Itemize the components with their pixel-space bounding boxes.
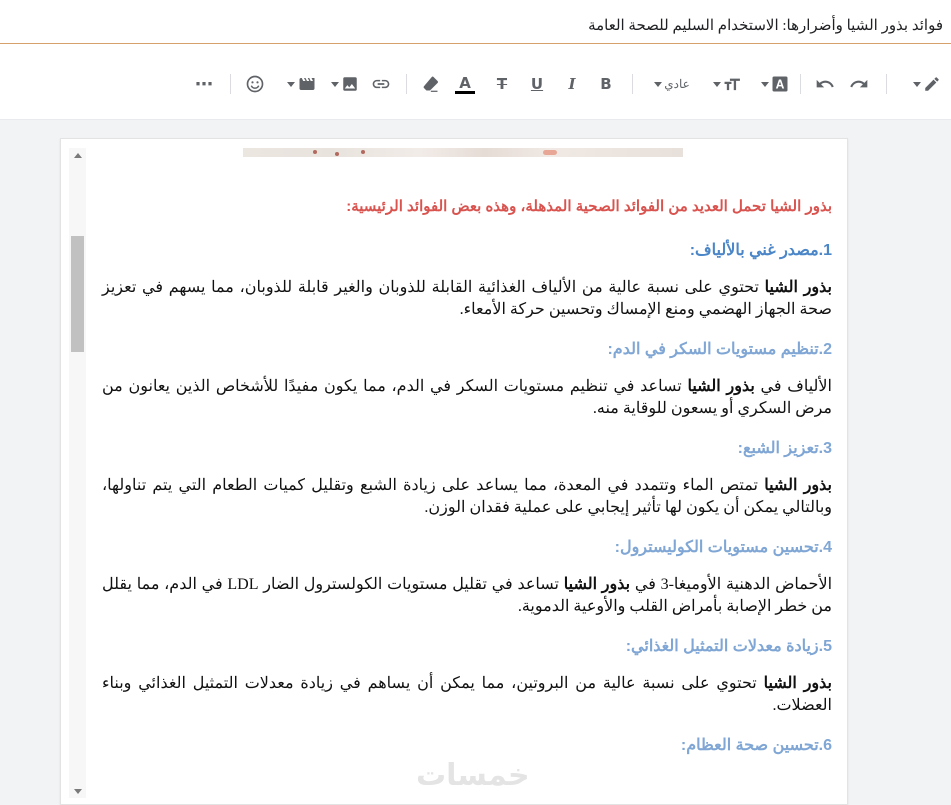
watermark-logo: خمسات — [416, 758, 530, 793]
section-heading: 6.تحسين صحة العظام: — [680, 737, 832, 754]
strikethrough-icon: T — [496, 75, 508, 93]
chevron-down-icon — [287, 81, 295, 87]
toolbar-divider — [800, 74, 801, 94]
clear-formatting-icon — [420, 74, 440, 94]
bold-button[interactable]: B — [595, 72, 617, 96]
top-strip-fragment: ·· — [929, 0, 937, 6]
text-size-icon — [723, 75, 743, 93]
section-paragraph: الأحماض الدهنية الأوميغا-3 في بذور الشيا… — [102, 576, 833, 615]
scroll-up-button[interactable] — [69, 148, 86, 162]
chevron-down-icon — [713, 81, 721, 87]
bold-keyword: بذور الشيا — [687, 378, 755, 395]
section-heading: 1.مصدر غني بالألياف: — [689, 242, 832, 259]
more-options-button[interactable]: ⋯ — [191, 72, 217, 96]
chevron-down-icon — [331, 81, 339, 87]
insert-video-dropdown[interactable] — [283, 72, 319, 96]
section-paragraph: بذور الشيا تمتص الماء وتتمدد في المعدة، … — [102, 477, 833, 516]
strikethrough-button[interactable]: T — [491, 72, 513, 96]
section-heading: 3.تعزيز الشبع: — [737, 440, 832, 457]
underline-icon: U — [530, 75, 544, 93]
text-color-button[interactable]: A — [453, 72, 477, 96]
more-icon: ⋯ — [195, 73, 213, 95]
compose-mode-dropdown[interactable] — [911, 72, 941, 96]
insert-image-dropdown[interactable] — [327, 72, 361, 96]
italic-icon: I — [568, 75, 576, 93]
chevron-down-icon — [654, 81, 663, 87]
insert-emoji-button[interactable] — [243, 72, 267, 96]
insert-link-button[interactable] — [369, 72, 393, 96]
section-heading: 5.زيادة معدلات التمثيل الغذائي: — [625, 638, 832, 655]
chevron-down-icon — [761, 81, 769, 87]
intro-paragraph: بذور الشيا تحمل العديد من الفوائد الصحية… — [346, 198, 832, 215]
italic-button[interactable]: I — [561, 72, 583, 96]
text-background-icon — [771, 75, 789, 93]
text-size-dropdown[interactable] — [709, 72, 745, 96]
toolbar-divider — [230, 74, 231, 94]
bold-icon: B — [600, 75, 612, 93]
redo-button[interactable] — [847, 72, 871, 96]
clear-formatting-button[interactable] — [418, 72, 442, 96]
paragraph-format-dropdown[interactable]: عادي — [643, 72, 699, 96]
text-color-icon: A — [459, 73, 471, 92]
bold-keyword: بذور الشيا — [764, 477, 833, 494]
title-bar: فوائد بذور الشيا وأضرارها: الاستخدام الس… — [0, 10, 951, 44]
editor-toolbar: عادي B I U T A ⋯ — [0, 44, 951, 120]
text-color-swatch — [455, 90, 475, 94]
embedded-image-bottom[interactable] — [243, 148, 683, 157]
emoji-icon — [245, 74, 265, 94]
toolbar-divider — [886, 74, 887, 94]
bold-keyword: بذور الشيا — [563, 576, 631, 593]
toolbar-divider — [632, 74, 633, 94]
section-heading: 2.تنظيم مستويات السكر في الدم: — [607, 341, 832, 358]
bold-keyword: بذور الشيا — [764, 279, 832, 296]
top-strip: ·· — [0, 0, 951, 10]
post-body[interactable]: بذور الشيا تحمل العديد من الفوائد الصحية… — [102, 196, 832, 772]
scroll-down-button[interactable] — [69, 784, 86, 798]
post-title-input[interactable]: فوائد بذور الشيا وأضرارها: الاستخدام الس… — [588, 16, 943, 35]
image-icon — [341, 75, 359, 93]
redo-icon — [849, 74, 869, 94]
underline-button[interactable]: U — [526, 72, 548, 96]
undo-icon — [815, 74, 835, 94]
section-paragraph: بذور الشيا تحتوي على نسبة عالية من الألي… — [102, 279, 832, 318]
chevron-up-icon — [73, 152, 82, 158]
link-icon — [370, 74, 392, 94]
bold-keyword: بذور الشيا — [763, 675, 832, 692]
editor-scrollbar[interactable] — [69, 148, 86, 798]
section-paragraph: بذور الشيا تحتوي على نسبة عالية من البرو… — [102, 675, 832, 714]
paragraph-format-value: عادي — [664, 77, 690, 91]
video-icon — [297, 75, 317, 93]
section-paragraph: الألياف في بذور الشيا تساعد في تنظيم مست… — [102, 378, 832, 417]
section-heading: 4.تحسين مستويات الكوليسترول: — [614, 539, 832, 556]
pencil-icon — [923, 75, 941, 93]
undo-button[interactable] — [813, 72, 837, 96]
toolbar-divider — [406, 74, 407, 94]
scroll-thumb[interactable] — [71, 236, 84, 352]
chevron-down-icon — [913, 81, 921, 87]
chevron-down-icon — [73, 788, 82, 794]
text-background-color-dropdown[interactable] — [757, 72, 791, 96]
